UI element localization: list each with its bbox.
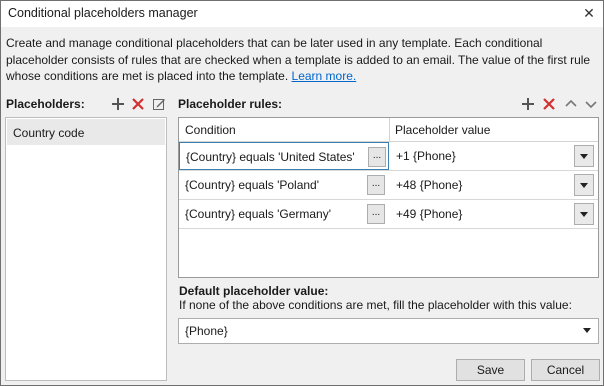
condition-text: {Country} equals 'United States' — [186, 150, 355, 164]
list-item-country-code[interactable]: Country code — [7, 119, 165, 145]
delete-placeholder-icon[interactable] — [131, 97, 145, 111]
condition-cell[interactable]: {Country} equals 'Poland' ... — [179, 171, 389, 199]
condition-text: {Country} equals 'Germany' — [185, 207, 331, 221]
description-line-1: Create and manage conditional placeholde… — [6, 36, 543, 50]
placeholder-rules-label: Placeholder rules: — [178, 97, 283, 111]
value-cell[interactable]: +48 {Phone} — [390, 171, 598, 199]
value-dropdown-button[interactable] — [574, 203, 594, 225]
close-icon[interactable]: ✕ — [579, 3, 599, 23]
delete-rule-icon[interactable] — [542, 97, 556, 111]
cancel-button[interactable]: Cancel — [531, 359, 600, 381]
table-row[interactable]: {Country} equals 'Germany' ... +49 {Phon… — [179, 200, 598, 229]
description-line-2: placeholder consists of rules that are c… — [6, 52, 591, 67]
value-text: +49 {Phone} — [396, 207, 463, 221]
window-title: Conditional placeholders manager — [8, 6, 198, 20]
edit-placeholder-icon[interactable] — [152, 97, 166, 111]
value-column-header: Placeholder value — [395, 123, 491, 137]
default-value-hint: If none of the above conditions are met,… — [179, 298, 572, 312]
condition-cell[interactable]: {Country} equals 'Germany' ... — [179, 200, 389, 228]
save-button[interactable]: Save — [456, 359, 525, 381]
title-bar: Conditional placeholders manager ✕ — [1, 1, 603, 27]
default-value-text: {Phone} — [185, 324, 228, 338]
value-cell[interactable]: +1 {Phone} — [390, 142, 598, 170]
placeholders-list[interactable]: Country code — [5, 117, 167, 381]
dialog-window: Conditional placeholders manager ✕ Creat… — [0, 0, 604, 386]
move-down-icon[interactable] — [584, 97, 598, 111]
default-value-label: Default placeholder value: — [179, 284, 329, 298]
description-line-3: whose conditions are met is placed into … — [6, 68, 598, 85]
move-up-icon[interactable] — [564, 97, 578, 111]
grid-header: Condition Placeholder value — [179, 118, 598, 142]
value-text: +48 {Phone} — [396, 178, 463, 192]
table-row[interactable]: {Country} equals 'United States' ... +1 … — [179, 142, 598, 171]
edit-condition-button[interactable]: ... — [368, 147, 386, 167]
condition-cell[interactable]: {Country} equals 'United States' ... — [179, 142, 389, 170]
learn-more-link[interactable]: Learn more. — [292, 69, 357, 83]
table-row[interactable]: {Country} equals 'Poland' ... +48 {Phone… — [179, 171, 598, 200]
placeholders-label: Placeholders: — [6, 97, 85, 111]
description-line-3-text: whose conditions are met is placed into … — [6, 69, 289, 83]
value-text: +1 {Phone} — [396, 149, 456, 163]
condition-text: {Country} equals 'Poland' — [185, 178, 320, 192]
description: Create and manage conditional placeholde… — [6, 35, 598, 85]
rules-grid[interactable]: Condition Placeholder value {Country} eq… — [178, 117, 599, 278]
edit-condition-button[interactable]: ... — [367, 175, 385, 195]
column-separator — [389, 118, 390, 142]
add-placeholder-icon[interactable] — [111, 97, 125, 111]
default-value-combobox[interactable]: {Phone} — [178, 318, 599, 344]
default-value-dropdown-button[interactable] — [579, 321, 596, 341]
condition-column-header: Condition — [185, 123, 236, 137]
edit-condition-button[interactable]: ... — [367, 204, 385, 224]
value-dropdown-button[interactable] — [574, 145, 594, 167]
value-dropdown-button[interactable] — [574, 174, 594, 196]
add-rule-icon[interactable] — [521, 97, 535, 111]
value-cell[interactable]: +49 {Phone} — [390, 200, 598, 228]
